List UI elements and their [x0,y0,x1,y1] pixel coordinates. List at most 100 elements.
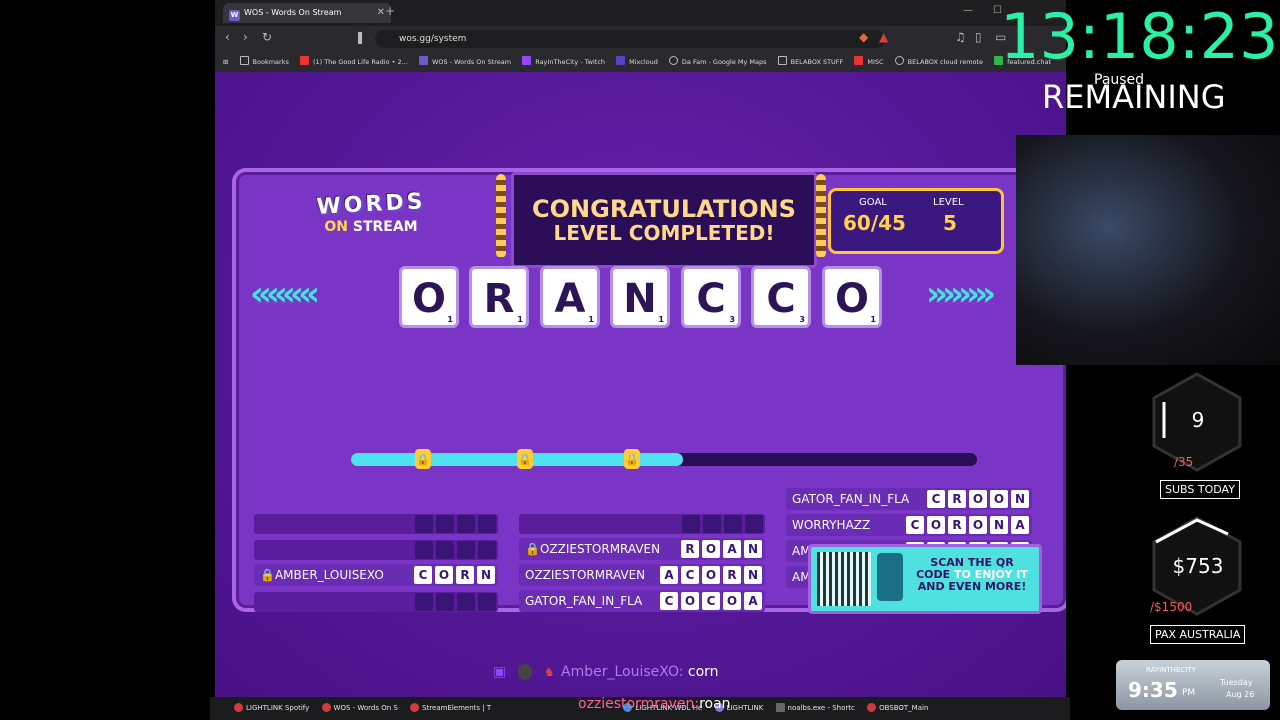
chat-message: roan [699,696,731,712]
globe-icon [668,56,678,65]
chat-user: Amber_LouiseXO: [561,664,684,680]
apps-grid-icon[interactable]: ⊞ [223,52,228,72]
word-letter: O [969,490,987,508]
subs-goal: /35 [1174,455,1194,469]
lock-icon: 🔒 [517,449,533,469]
level-progress-bar: 🔒 🔒 🔒 [351,449,977,469]
word-letter: R [681,540,699,558]
bookmark-item[interactable]: Da Fam - Google My Maps [668,52,767,72]
goal-label: GOAL [859,197,887,208]
player-name: WORRYHAZZ [792,518,871,532]
new-tab-icon[interactable]: + [385,4,395,18]
letter-tile: R1 [469,266,529,328]
taskbar-label: OBSBOT_Main [879,704,929,712]
money-raised: $753 [1172,554,1224,578]
taskbar-item[interactable]: noalbs.exe - Shortc [775,697,855,720]
sidebar-icon[interactable]: ▯ [975,30,982,44]
media-icon[interactable]: ♫ [955,30,966,44]
word-letter: O [681,592,699,610]
taskbar-label: WOS - Words On S [333,704,398,712]
found-word-row: 🔒AMBER_LOUISEXO CORN [254,564,498,586]
bookmark-item[interactable]: Bookmarks [239,52,289,72]
chat-line: ozziestormraven:roan [578,696,731,712]
bookmark-item[interactable]: (1) The Good Life Radio • 2... [299,52,408,72]
address-bar[interactable]: wos.gg/system [375,30,885,48]
chat-message: corn [687,664,719,680]
clock-brand: RAYINTHECITY [1146,666,1196,674]
found-word-row: 🔒OZZIESTORMRAVEN ROAN [519,538,765,560]
word-letter: O [723,592,741,610]
bookmark-item[interactable]: RayInTheCity - Twitch [522,52,605,72]
level-value: 5 [943,211,957,235]
word-letter: C [927,490,945,508]
taskbar-item[interactable]: WOS - Words On S [321,697,398,720]
bookmark-label: Da Fam - Google My Maps [681,58,767,66]
empty-word-slot [519,514,765,534]
tile-score: 3 [799,315,805,324]
taskbar-item[interactable]: OBSBOT_Main [867,697,928,720]
marquee-lights-left [496,174,506,258]
bookmark-item[interactable]: MISC [854,52,884,72]
bookmark-icon[interactable]: ❚ [355,30,365,44]
word-letter: R [723,566,741,584]
minimize-icon[interactable]: — [963,5,973,16]
reload-icon[interactable]: ↻ [262,30,272,44]
subs-today-badge: SUBS TODAY [1160,480,1240,499]
bookmark-label: Mixcloud [629,58,658,66]
bookmark-item[interactable]: Mixcloud [616,52,658,72]
empty-word-slot [254,514,498,534]
bookmark-item[interactable]: BELABOX cloud remote [894,52,983,72]
taskbar-item[interactable]: LIGHTLINK Spotify [234,697,309,720]
tile-letter: R [483,276,515,322]
logo-on: ON [324,219,348,235]
bookmark-item[interactable]: BELABOX STUFF [777,52,844,72]
word-letter: A [723,540,741,558]
tile-letter: C [696,276,726,322]
letter-tile: O1 [399,266,459,328]
clock-ampm: PM [1182,688,1196,698]
tab-wos[interactable]: W WOS - Words On Stream ✕ [223,3,391,23]
letter-tile: C3 [681,266,741,328]
bookmark-label: BELABOX STUFF [790,58,844,66]
close-tab-icon[interactable]: ✕ [377,3,385,23]
browser-window: W WOS - Words On Stream ✕ + — ☐ ‹ › ↻ ❚ wo… [215,0,1066,697]
letter-tiles: O1 R1 A1 N1 C3 C3 O1 [391,266,911,336]
back-icon[interactable]: ‹ [225,30,230,44]
lock-icon: 🔒 [624,449,640,469]
tab-title: WOS - Words On Stream [244,8,342,17]
youtube-icon [299,56,309,65]
forward-icon[interactable]: › [243,30,248,44]
qr-code[interactable] [817,552,871,606]
word-letter: O [702,566,720,584]
wos-favicon-icon: W [229,10,240,21]
marquee-lights-right [816,174,826,258]
brave-shield-icon[interactable]: ◆ [859,30,868,44]
word-letter: A [1011,516,1029,534]
clock-day: Tuesday [1220,678,1253,687]
bookmark-label: MISC [867,58,884,66]
tile-letter: N [623,276,657,322]
mixcloud-icon [616,56,626,65]
taskbar-item[interactable]: StreamElements | T [410,697,491,720]
qr-promo[interactable]: SCAN THE QR CODE TO ENJOY IT AND EVEN MO… [808,544,1042,614]
word-letter: O [990,490,1008,508]
lock-icon: 🔒 [260,568,275,582]
word-letter: C [702,592,720,610]
brave-rewards-icon[interactable]: ▲ [879,30,888,44]
level-label: LEVEL [933,197,964,208]
twitch-icon: ▣ [493,664,507,680]
empty-word-slot [254,592,498,612]
bookmark-item[interactable]: WOS - Words On Stream [418,52,511,72]
tile-score: 1 [588,315,594,324]
wos-logo: WORDS ON STREAM [296,189,446,252]
webcam-feed [1016,135,1280,365]
tile-score: 1 [517,315,523,324]
goal-level-box: GOAL 60/45 LEVEL 5 [828,188,1004,254]
player-name: OZZIESTORMRAVEN [539,542,661,556]
congrats-subtitle: LEVEL COMPLETED! [553,221,775,245]
pax-australia-badge: PAX AUSTRALIA [1150,625,1246,644]
bookmarks-bar: ⊞ Bookmarks (1) The Good Life Radio • 2.… [215,52,1066,73]
chat-user: ozziestormraven: [578,696,700,712]
word-letter: C [906,516,924,534]
word-letter: O [702,540,720,558]
